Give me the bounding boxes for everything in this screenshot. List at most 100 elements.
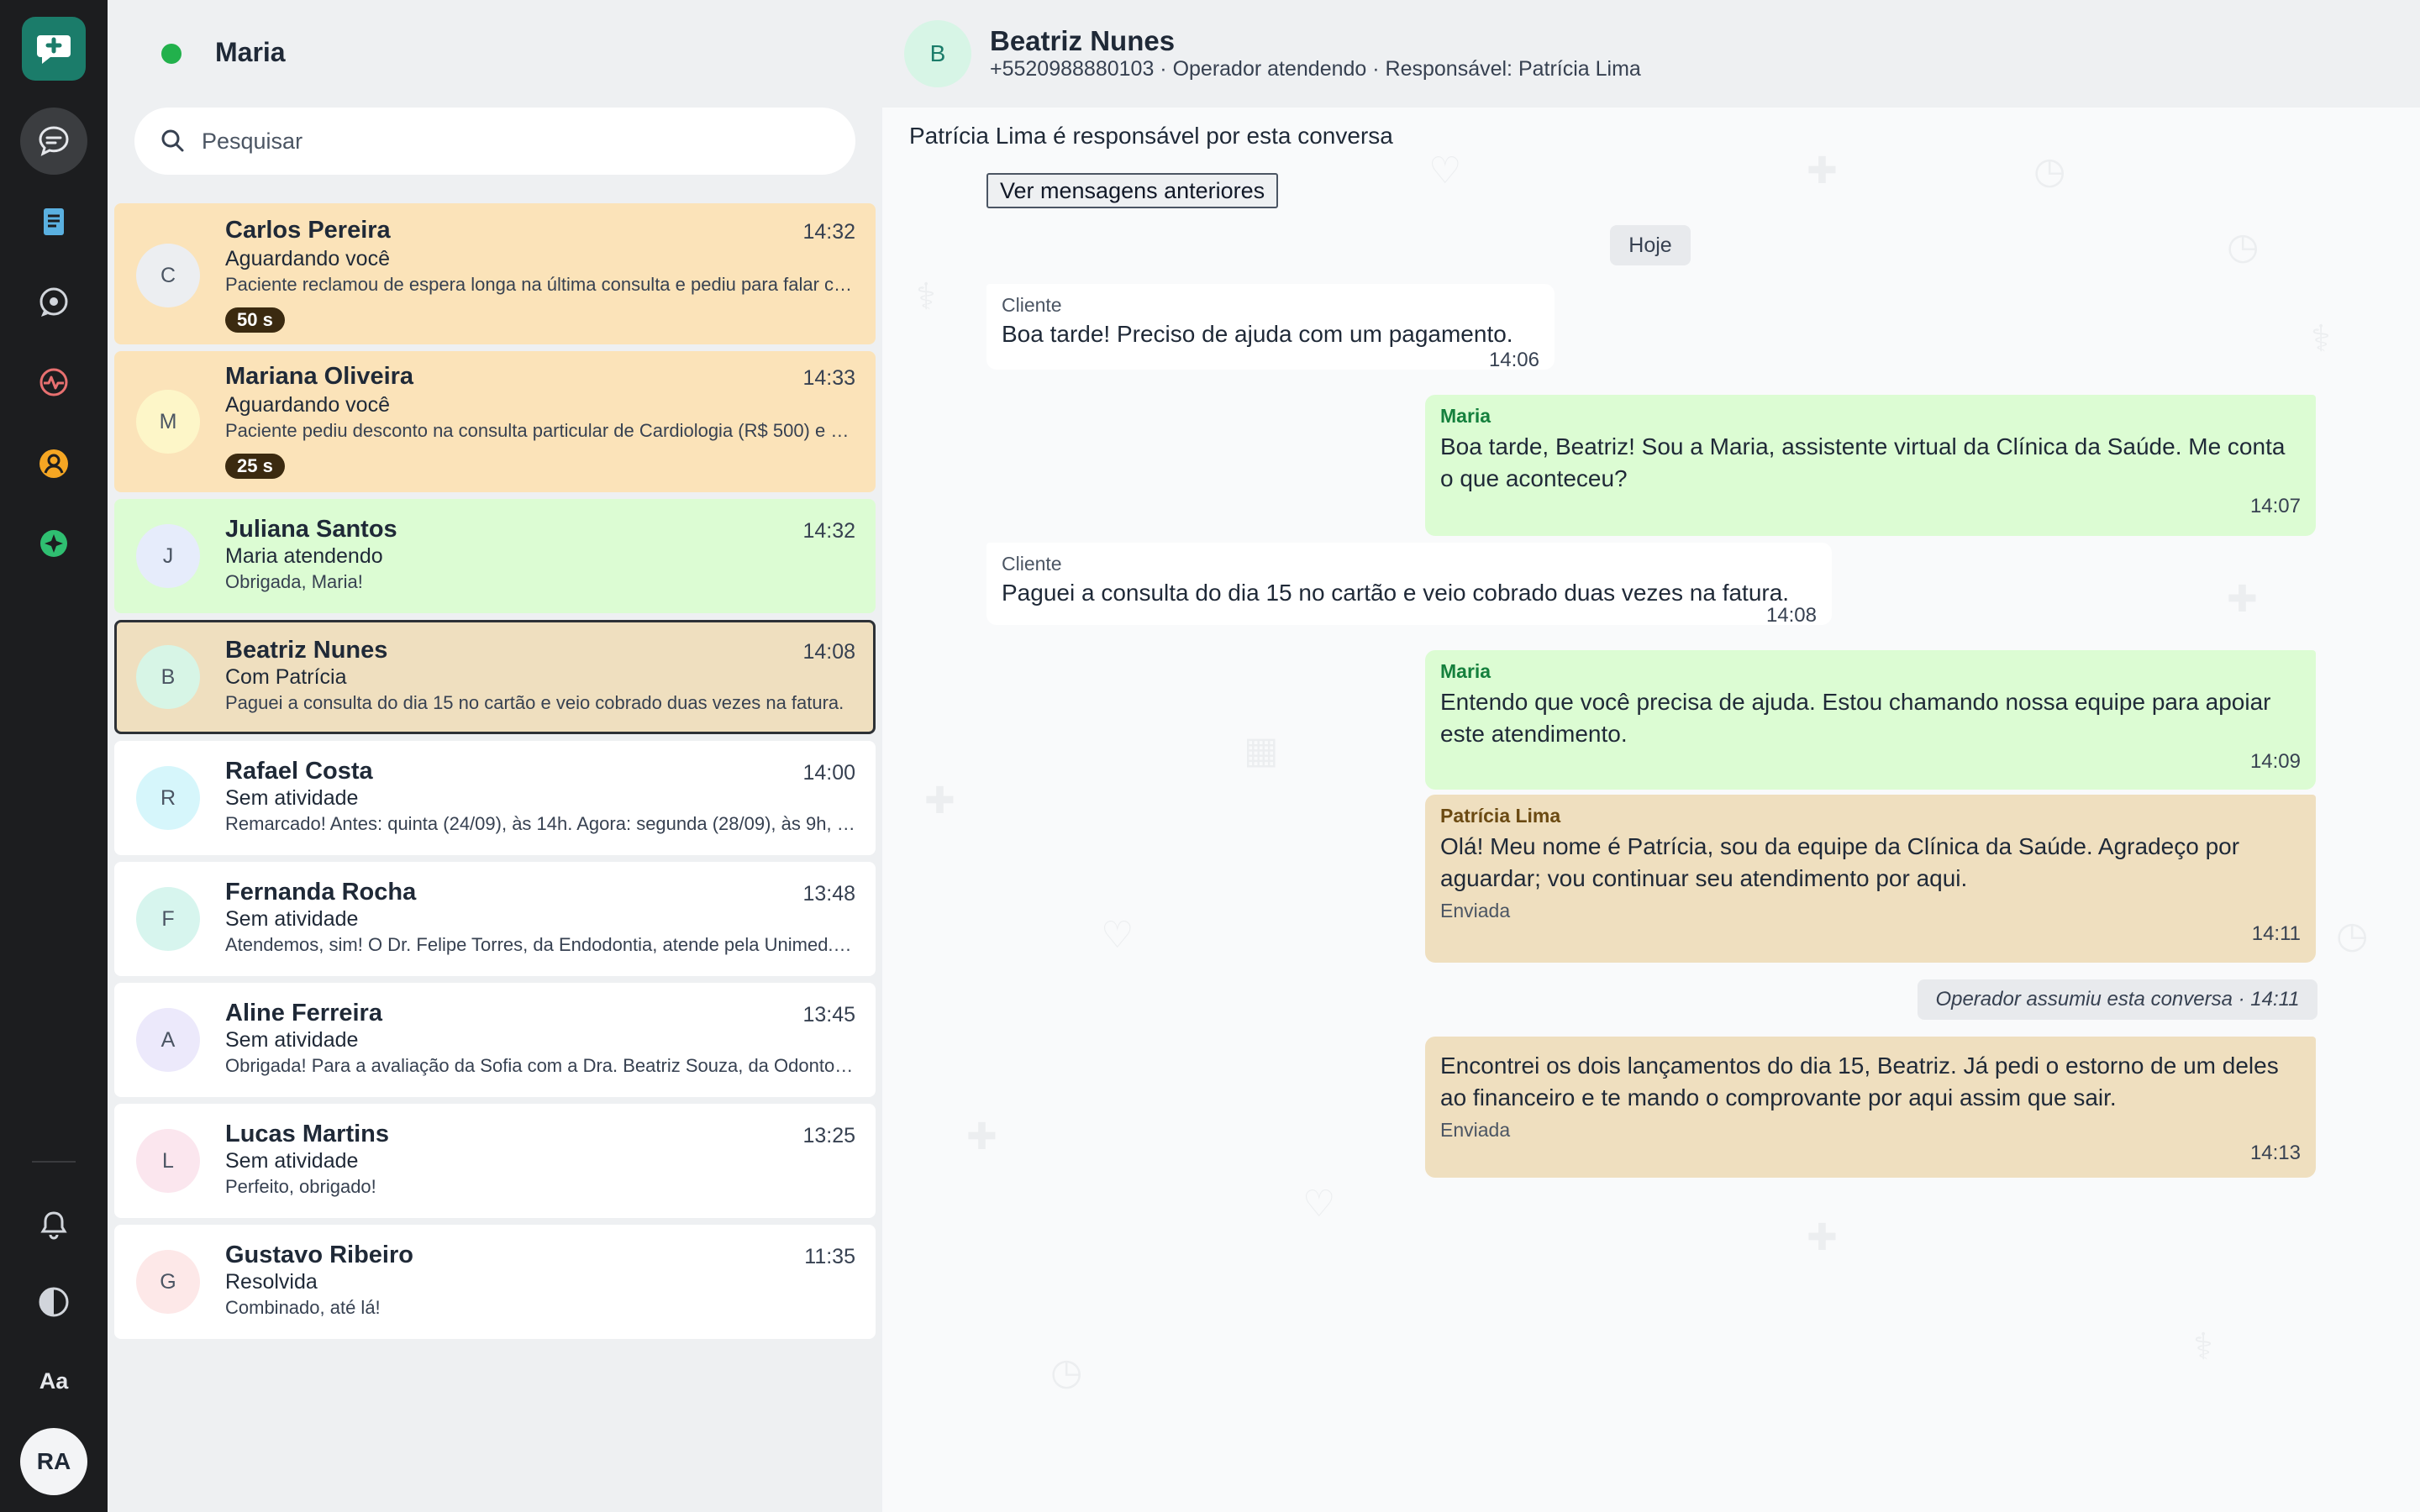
clipboard-icon[interactable] — [20, 188, 87, 255]
wait-time-badge: 25 s — [225, 454, 285, 479]
wait-time-badge: 50 s — [225, 307, 285, 333]
contrast-icon[interactable] — [20, 1268, 87, 1336]
conversation-time: 11:35 — [804, 1245, 855, 1268]
message-sender: Maria — [1440, 405, 1491, 427]
activity-icon[interactable] — [20, 349, 87, 417]
chat-bubble-icon[interactable] — [20, 108, 87, 175]
conversation-time: 13:48 — [802, 882, 855, 906]
message-text: Encontrei os dois lançamentos do dia 15,… — [1440, 1053, 2279, 1110]
conversation-status: Resolvida — [225, 1270, 318, 1294]
conversation-item[interactable]: J Juliana Santos 14:32 Maria atendendo O… — [114, 499, 876, 613]
message-text: Entendo que você precisa de ajuda. Estou… — [1440, 689, 2271, 747]
conversation-sidebar: Maria C Carlos Pereira 14:32 Aguardando … — [108, 0, 882, 1512]
message-bubble-incoming: Cliente Paguei a consulta do dia 15 no c… — [986, 543, 1832, 627]
conversation-preview: Obrigada, Maria! — [225, 571, 363, 592]
message-bubble-operator: Encontrei os dois lançamentos do dia 15,… — [1425, 1037, 2316, 1178]
message-bubble-incoming: Cliente Boa tarde! Preciso de ajuda com … — [986, 284, 1555, 371]
message-text: Paguei a consulta do dia 15 no cartão e … — [1002, 580, 1790, 606]
conversation-time: 14:08 — [802, 640, 855, 664]
nav-rail: Aa RA — [0, 0, 108, 1512]
conversation-item-selected[interactable]: B Beatriz Nunes 14:08 Com Patrícia Pague… — [114, 620, 876, 734]
delivery-status: Enviada — [1440, 900, 1511, 921]
contact-avatar: A — [136, 1008, 200, 1072]
contact-avatar[interactable]: B — [904, 20, 971, 87]
search-icon — [158, 126, 188, 160]
app-logo-icon[interactable] — [22, 17, 86, 81]
conversation-time: 14:00 — [802, 761, 855, 785]
conversation-status: Aguardando você — [225, 247, 390, 270]
current-agent-name: Maria — [215, 37, 286, 67]
conversation-status: Sem atividade — [225, 907, 359, 931]
contact-name: Gustavo Ribeiro — [225, 1242, 413, 1268]
heart-pattern-icon: ♡ — [1302, 1184, 1336, 1225]
contact-details: +5520988880103 · Operador atendendo · Re… — [990, 57, 1641, 81]
conversation-preview: Paciente pediu desconto na consulta part… — [225, 420, 855, 441]
conversation-item[interactable]: M Mariana Oliveira 14:33 Aguardando você… — [114, 351, 876, 492]
message-bubble-operator: Patrícia Lima Olá! Meu nome é Patrícia, … — [1425, 795, 2316, 963]
message-text: Boa tarde, Beatriz! Sou a Maria, assiste… — [1440, 433, 2286, 491]
responsible-notice: Patrícia Lima é responsável por esta con… — [909, 123, 1393, 149]
conversation-status: Maria atendendo — [225, 544, 383, 568]
online-status-dot — [161, 44, 182, 64]
chat-header: B Beatriz Nunes +5520988880103 · Operado… — [882, 0, 2420, 108]
contact-avatar: J — [136, 524, 200, 588]
contact-name: Rafael Costa — [225, 758, 373, 785]
conversation-time: 14:32 — [802, 519, 855, 543]
font-size-button[interactable]: Aa — [20, 1347, 87, 1415]
message-text: Olá! Meu nome é Patrícia, sou da equipe … — [1440, 833, 2240, 891]
conversation-item[interactable]: L Lucas Martins 13:25 Sem atividade Perf… — [114, 1104, 876, 1218]
contact-avatar: B — [136, 645, 200, 709]
message-text: Boa tarde! Preciso de ajuda com um pagam… — [1002, 321, 1513, 347]
message-sender: Patrícia Lima — [1440, 805, 1561, 827]
load-older-messages-button[interactable]: Ver mensagens anteriores — [986, 173, 1279, 208]
search-box[interactable] — [134, 108, 855, 175]
user-avatar[interactable]: RA — [20, 1428, 87, 1495]
conversation-item[interactable]: R Rafael Costa 14:00 Sem atividade Remar… — [114, 741, 876, 855]
conversation-preview: Perfeito, obrigado! — [225, 1176, 376, 1197]
contact-name: Beatriz Nunes — [225, 637, 388, 664]
rail-divider — [32, 1161, 76, 1163]
conversation-preview: Atendemos, sim! O Dr. Felipe Torres, da … — [225, 934, 855, 955]
clock-pattern-icon: ◷ — [1050, 1352, 1083, 1393]
clock-pattern-icon: ◷ — [2033, 150, 2066, 192]
search-input[interactable] — [202, 108, 823, 175]
contact-name: Aline Ferreira — [225, 1000, 382, 1026]
message-time: 14:11 — [2251, 922, 2301, 945]
stethoscope-pattern-icon: ⚕ — [916, 276, 936, 318]
date-divider: Hoje — [1610, 225, 1691, 265]
calendar-pattern-icon: ▦ — [1244, 730, 1279, 771]
clock-pattern-icon: ◷ — [2336, 915, 2369, 956]
user-circle-icon[interactable] — [20, 430, 87, 497]
contact-name: Mariana Oliveira — [225, 363, 414, 390]
message-circle-icon[interactable] — [20, 269, 87, 336]
contact-avatar: R — [136, 766, 200, 830]
message-time: 14:06 — [1488, 349, 1539, 371]
contact-avatar: M — [136, 390, 200, 454]
heart-pattern-icon: ♡ — [1428, 150, 1462, 192]
contact-name: Beatriz Nunes — [990, 25, 1176, 56]
conversation-time: 14:32 — [802, 220, 855, 244]
cross-pattern-icon: ✚ — [924, 780, 955, 822]
conversation-preview: Paciente reclamou de espera longa na últ… — [225, 274, 855, 295]
conversation-item[interactable]: A Aline Ferreira 13:45 Sem atividade Obr… — [114, 983, 876, 1097]
conversation-status: Aguardando você — [225, 393, 390, 417]
cross-pattern-icon: ✚ — [1807, 150, 1838, 192]
stethoscope-pattern-icon: ⚕ — [2193, 1326, 2213, 1368]
delivery-status: Enviada — [1440, 1119, 1511, 1141]
conversation-preview: Remarcado! Antes: quinta (24/09), às 14h… — [225, 813, 855, 834]
conversation-preview: Paguei a consulta do dia 15 no cartão e … — [225, 692, 844, 713]
conversation-item[interactable]: F Fernanda Rocha 13:48 Sem atividade Ate… — [114, 862, 876, 976]
bell-icon[interactable] — [20, 1191, 87, 1258]
sparkle-icon[interactable] — [20, 511, 87, 578]
conversation-item[interactable]: C Carlos Pereira 14:32 Aguardando você P… — [114, 203, 876, 344]
conversation-time: 13:45 — [802, 1003, 855, 1026]
message-bubble-bot: Maria Entendo que você precisa de ajuda.… — [1425, 650, 2316, 790]
contact-avatar: F — [136, 887, 200, 951]
message-bubble-bot: Maria Boa tarde, Beatriz! Sou a Maria, a… — [1425, 395, 2316, 536]
stethoscope-pattern-icon: ⚕ — [2311, 318, 2331, 360]
contact-name: Lucas Martins — [225, 1121, 389, 1147]
conversation-item[interactable]: G Gustavo Ribeiro 11:35 Resolvida Combin… — [114, 1225, 876, 1339]
heart-pattern-icon: ♡ — [1101, 915, 1134, 956]
message-time: 14:09 — [2249, 750, 2301, 773]
conversation-status: Com Patrícia — [225, 665, 347, 689]
